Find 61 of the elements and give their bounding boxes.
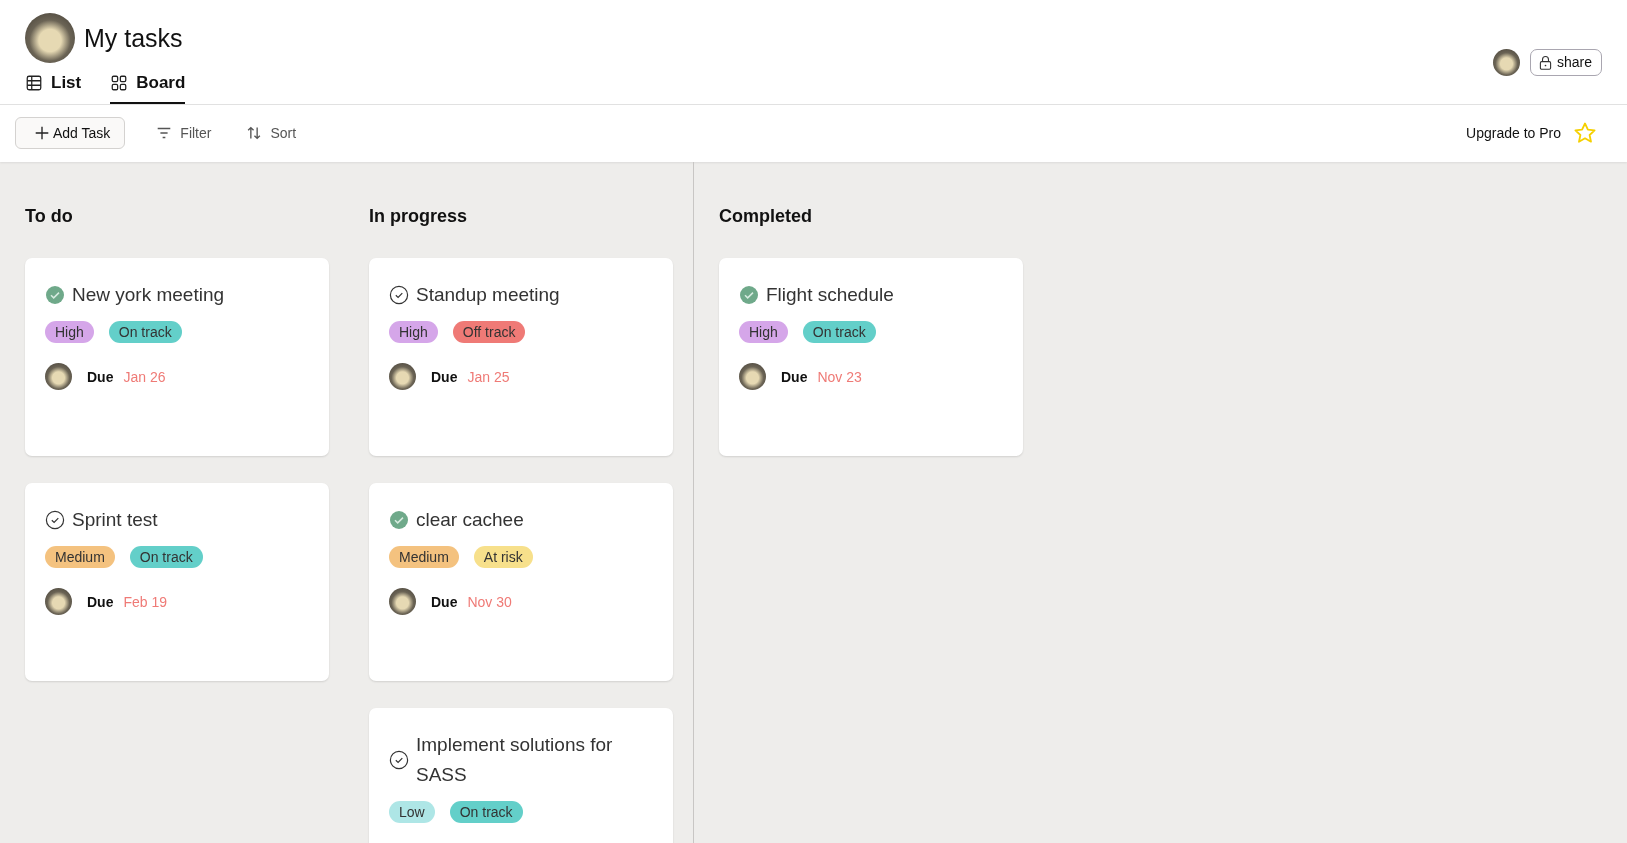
tag: On track [449, 801, 523, 823]
filter-button[interactable]: Filter [151, 118, 216, 148]
due-label: Due [87, 593, 114, 610]
column-title: To do [25, 206, 74, 228]
star-icon[interactable] [1573, 121, 1597, 145]
table-icon [25, 74, 43, 92]
upgrade-button[interactable]: Upgrade to Pro [1466, 125, 1561, 141]
completed-check-icon[interactable] [45, 285, 65, 305]
task-card[interactable]: Flight schedule High On track Due Nov 23 [719, 258, 1023, 456]
assignee-avatar [739, 363, 766, 390]
completed-check-icon[interactable] [739, 285, 759, 305]
task-card[interactable]: clear cachee Medium At risk Due Nov 30 [369, 483, 673, 681]
share-button[interactable]: share [1529, 48, 1602, 76]
task-card[interactable]: Implement solutions for SASS Low On track [369, 708, 673, 843]
tag: Medium [389, 546, 459, 568]
add-task-button[interactable]: Add Task [15, 117, 126, 149]
tag: Off track [452, 321, 526, 343]
assignee-avatar [45, 588, 72, 615]
column-title: In progress [369, 206, 469, 228]
check-circle-icon[interactable] [389, 750, 409, 770]
task-title: clear cachee [416, 508, 524, 532]
due-date: Nov 23 [817, 368, 862, 385]
view-tab[interactable]: List [25, 69, 82, 104]
grid-icon [110, 74, 129, 92]
check-circle-icon[interactable] [389, 285, 409, 305]
assignee-avatar [389, 363, 416, 390]
task-title: Standup meeting [416, 283, 560, 307]
page-title: My tasks [84, 23, 183, 53]
due-date: Jan 25 [467, 368, 510, 385]
task-card[interactable]: New york meeting High On track Due Jan 26 [25, 258, 329, 456]
tag: On track [108, 321, 182, 343]
due-date: Nov 30 [467, 593, 512, 610]
task-card[interactable]: Sprint test Medium On track Due Feb 19 [25, 483, 329, 681]
task-title: New york meeting [72, 283, 225, 307]
tag: High [739, 321, 788, 343]
tag: At risk [473, 546, 533, 568]
task-title: Sprint test [72, 508, 158, 532]
task-card[interactable]: Standup meeting High Off track Due Jan 25 [369, 258, 673, 456]
plus-icon [33, 124, 51, 142]
assignee-avatar [389, 588, 416, 615]
user-avatar [1492, 48, 1520, 76]
assignee-avatar [45, 363, 72, 390]
due-label: Due [431, 593, 458, 610]
task-title: Implement solutions for SASS [416, 733, 614, 787]
tag: Low [389, 801, 435, 823]
tag: High [45, 321, 94, 343]
due-label: Due [781, 368, 808, 385]
check-circle-icon[interactable] [45, 510, 65, 530]
tag: On track [802, 321, 876, 343]
column-title: Completed [719, 206, 813, 228]
completed-check-icon[interactable] [389, 510, 409, 530]
sort-button[interactable]: Sort [241, 118, 301, 148]
tag: On track [129, 546, 203, 568]
tag: High [389, 321, 438, 343]
due-date: Jan 26 [123, 368, 166, 385]
due-date: Feb 19 [123, 593, 168, 610]
user-avatar [25, 13, 75, 63]
due-label: Due [87, 368, 114, 385]
tag: Medium [45, 546, 115, 568]
due-label: Due [431, 368, 458, 385]
task-title: Flight schedule [766, 283, 894, 307]
